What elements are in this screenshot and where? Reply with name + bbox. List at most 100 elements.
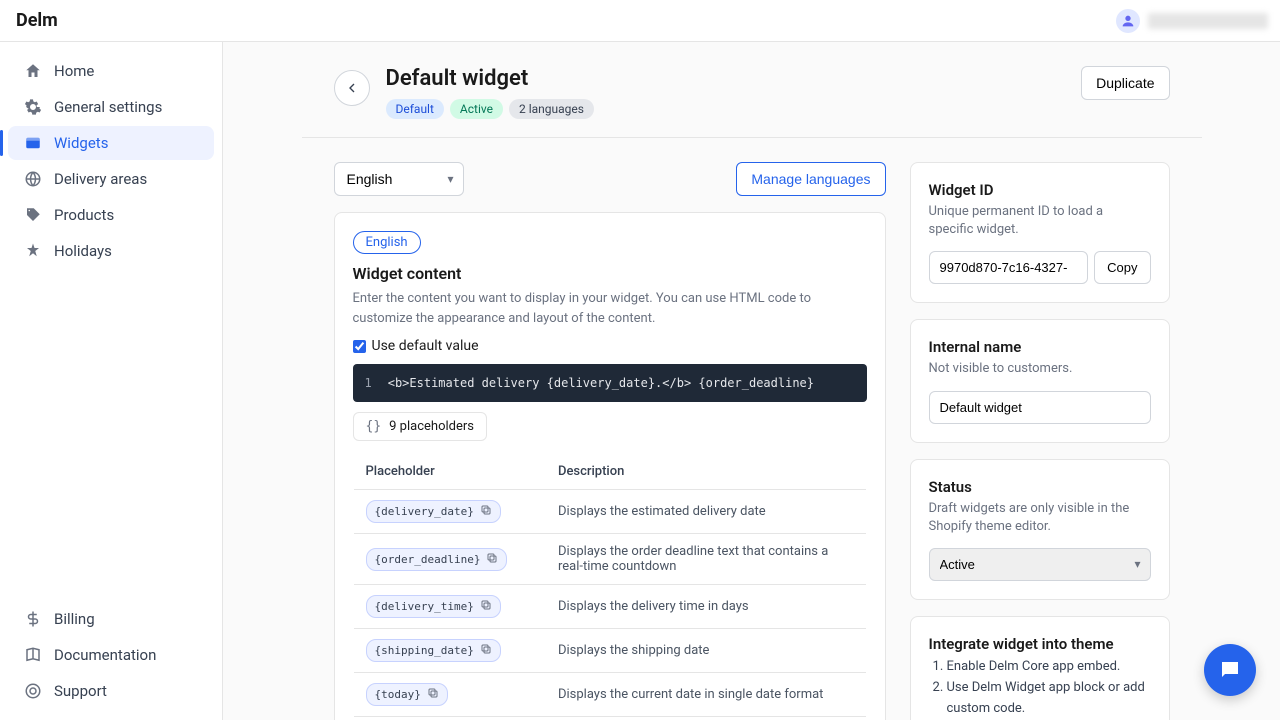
sidebar-item-label: Delivery areas — [54, 170, 147, 188]
widget-id-card: Widget ID Unique permanent ID to load a … — [910, 162, 1170, 303]
sidebar-item-label: Home — [54, 62, 94, 80]
sidebar-item-label: Widgets — [54, 134, 108, 152]
braces-icon: {} — [366, 419, 382, 434]
placeholder-tag[interactable]: {today} — [366, 683, 448, 706]
code-content: <b>Estimated delivery {delivery_date}.</… — [388, 376, 814, 390]
table-row: {today} Displays the current date in sing… — [353, 673, 866, 717]
sidebar-item-billing[interactable]: Billing — [8, 602, 214, 636]
placeholder-desc: Displays the current date in single date… — [546, 673, 866, 717]
status-title: Status — [929, 478, 1151, 496]
sidebar-item-label: Products — [54, 206, 114, 224]
sidebar-item-general[interactable]: General settings — [8, 90, 214, 124]
placeholder-desc: Displays the estimated delivery date — [546, 490, 866, 534]
col-placeholder: Placeholder — [353, 454, 546, 490]
placeholder-desc: Displays the delivery time in days — [546, 585, 866, 629]
widget-id-sub: Unique permanent ID to load a specific w… — [929, 203, 1151, 239]
copy-icon[interactable] — [427, 687, 439, 702]
widget-content-card: English Widget content Enter the content… — [334, 212, 886, 720]
placeholder-tag[interactable]: {delivery_date} — [366, 500, 501, 523]
widget-id-title: Widget ID — [929, 181, 1151, 199]
placeholder-tag[interactable]: {delivery_time} — [366, 595, 501, 618]
internal-name-title: Internal name — [929, 338, 1151, 356]
table-row: {delivery_date} Displays the estimated de… — [353, 490, 866, 534]
holidays-icon — [24, 242, 42, 260]
sidebar-item-holidays[interactable]: Holidays — [8, 234, 214, 268]
sidebar-item-label: General settings — [54, 98, 162, 116]
table-row: {country_name}Displays the visitor count… — [353, 717, 866, 720]
sidebar-item-docs[interactable]: Documentation — [8, 638, 214, 672]
dollar-icon — [24, 610, 42, 628]
placeholder-tag[interactable]: {shipping_date} — [366, 639, 501, 662]
support-icon — [24, 682, 42, 700]
sidebar-item-delivery[interactable]: Delivery areas — [8, 162, 214, 196]
sidebar-item-label: Support — [54, 682, 107, 700]
user-name-obscured — [1148, 13, 1268, 29]
docs-icon — [24, 646, 42, 664]
internal-name-sub: Not visible to customers. — [929, 360, 1151, 378]
placeholder-desc: Displays the shipping date — [546, 629, 866, 673]
table-row: {shipping_date} Displays the shipping dat… — [353, 629, 866, 673]
placeholder-desc: Displays the visitor country name — [546, 717, 866, 720]
sidebar-item-products[interactable]: Products — [8, 198, 214, 232]
arrow-left-icon — [344, 80, 360, 96]
brand-name: Delm — [16, 10, 58, 31]
col-description: Description — [546, 454, 866, 490]
status-select[interactable]: Active — [929, 548, 1151, 581]
page-title: Default widget — [386, 66, 1066, 91]
internal-name-card: Internal name Not visible to customers. — [910, 319, 1170, 442]
integrate-card: Integrate widget into theme Enable Delm … — [910, 616, 1170, 720]
copy-icon[interactable] — [480, 599, 492, 614]
copy-button[interactable]: Copy — [1094, 251, 1150, 284]
use-default-checkbox[interactable] — [353, 340, 366, 353]
use-default-checkbox-row[interactable]: Use default value — [353, 338, 867, 354]
internal-name-input[interactable] — [929, 391, 1151, 424]
card-heading: Widget content — [353, 264, 867, 283]
integrate-step-1: Enable Delm Core app embed. — [947, 657, 1151, 678]
badge-default: Default — [386, 99, 444, 119]
brand-logo[interactable]: Delm — [12, 9, 58, 33]
placeholder-table: Placeholder Description {delivery_date} D… — [353, 453, 867, 720]
integrate-step-2: Use Delm Widget app block or add custom … — [947, 678, 1151, 720]
copy-icon[interactable] — [480, 504, 492, 519]
badge-active: Active — [450, 99, 503, 119]
integrate-title: Integrate widget into theme — [929, 635, 1151, 653]
chat-fab[interactable] — [1204, 644, 1256, 696]
user-area[interactable] — [1116, 9, 1268, 33]
placeholder-count: 9 placeholders — [389, 419, 474, 434]
status-card: Status Draft widgets are only visible in… — [910, 459, 1170, 600]
table-row: {order_deadline} Displays the order deadl… — [353, 534, 866, 585]
app-header: Delm — [0, 0, 1280, 42]
widget-id-input[interactable] — [929, 251, 1089, 284]
avatar — [1116, 9, 1140, 33]
chat-icon — [1218, 658, 1242, 682]
placeholder-tag[interactable]: {order_deadline} — [366, 548, 508, 571]
tag-icon — [24, 206, 42, 224]
use-default-label: Use default value — [372, 338, 479, 354]
placeholder-count-bar[interactable]: {} 9 placeholders — [353, 412, 488, 441]
sidebar-item-label: Documentation — [54, 646, 156, 664]
sidebar-item-label: Billing — [54, 610, 95, 628]
badge-row: Default Active 2 languages — [386, 99, 1066, 119]
sidebar-item-label: Holidays — [54, 242, 112, 260]
duplicate-button[interactable]: Duplicate — [1081, 66, 1169, 100]
home-icon — [24, 62, 42, 80]
manage-languages-button[interactable]: Manage languages — [736, 162, 885, 196]
table-row: {delivery_time} Displays the delivery tim… — [353, 585, 866, 629]
back-button[interactable] — [334, 70, 370, 106]
sidebar: Home General settings Widgets Delivery a… — [0, 42, 223, 720]
badge-languages: 2 languages — [509, 99, 594, 119]
sidebar-item-home[interactable]: Home — [8, 54, 214, 88]
copy-icon[interactable] — [486, 552, 498, 567]
line-number: 1 — [365, 376, 372, 390]
gear-icon — [24, 98, 42, 116]
placeholder-desc: Displays the order deadline text that co… — [546, 534, 866, 585]
main-content: Default widget Default Active 2 language… — [223, 42, 1280, 720]
globe-icon — [24, 170, 42, 188]
card-description: Enter the content you want to display in… — [353, 289, 867, 328]
copy-icon[interactable] — [480, 643, 492, 658]
widgets-icon — [24, 134, 42, 152]
code-editor[interactable]: 1 <b>Estimated delivery {delivery_date}.… — [353, 364, 867, 402]
language-select[interactable]: English — [334, 162, 464, 196]
sidebar-item-widgets[interactable]: Widgets — [8, 126, 214, 160]
sidebar-item-support[interactable]: Support — [8, 674, 214, 708]
